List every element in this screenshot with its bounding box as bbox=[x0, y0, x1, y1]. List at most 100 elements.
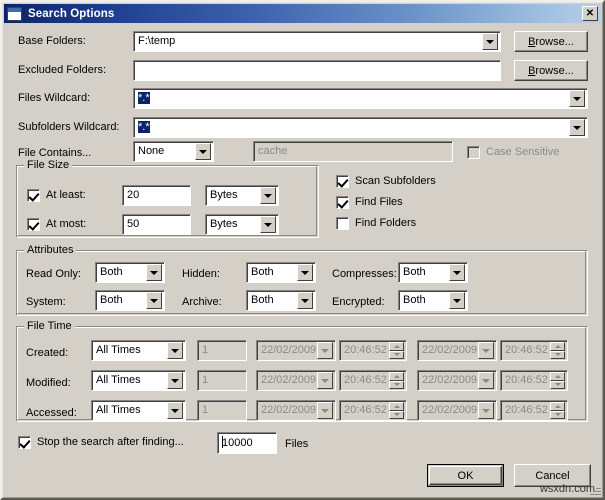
at-most-unit-combo[interactable]: Bytes bbox=[205, 214, 279, 235]
accessed-date-to-combo[interactable]: 22/02/2009 bbox=[417, 400, 497, 421]
created-time-from-spinner[interactable]: 20:46:52 bbox=[339, 340, 407, 361]
case-sensitive-box bbox=[467, 146, 480, 159]
chevron-down-icon-3[interactable] bbox=[569, 119, 585, 136]
subfolders-wildcard-value-wrap: *.* bbox=[134, 119, 569, 136]
system-label: System: bbox=[26, 296, 66, 308]
find-folders-checkbox[interactable]: Find Folders bbox=[336, 217, 416, 230]
base-folders-value: F:\temp bbox=[138, 35, 176, 47]
base-folders-combo[interactable]: F:\temp bbox=[133, 31, 501, 52]
modified-amount-input[interactable]: 1 bbox=[197, 370, 247, 391]
encrypted-combo[interactable]: Both bbox=[398, 290, 468, 311]
modified-mode-value: All Times bbox=[96, 374, 141, 386]
accessed-time-to-spinner[interactable]: 20:46:52 bbox=[500, 400, 568, 421]
find-files-checkbox[interactable]: Find Files bbox=[336, 196, 403, 209]
at-most-box bbox=[27, 218, 40, 231]
chevron-down-icon-18[interactable] bbox=[478, 372, 494, 389]
at-most-checkbox[interactable]: At most: bbox=[27, 218, 86, 231]
spinner-up-down-icon-5[interactable] bbox=[389, 402, 404, 419]
excluded-folders-input[interactable] bbox=[133, 60, 501, 81]
chevron-down-icon-2[interactable] bbox=[569, 90, 585, 107]
chevron-down-icon-13[interactable] bbox=[167, 342, 183, 359]
find-files-box bbox=[336, 196, 349, 209]
modified-date-from-value: 22/02/2009 bbox=[261, 374, 317, 386]
ok-button[interactable]: OK bbox=[427, 464, 504, 487]
chevron-down-icon-19[interactable] bbox=[167, 402, 183, 419]
created-date-to-value: 22/02/2009 bbox=[422, 344, 478, 356]
spinner-up-down-icon-1[interactable] bbox=[389, 342, 404, 359]
at-least-checkbox[interactable]: At least: bbox=[27, 189, 86, 202]
chevron-down-icon[interactable] bbox=[482, 33, 498, 50]
created-date-from-combo[interactable]: 22/02/2009 bbox=[256, 340, 336, 361]
chevron-down-icon-8[interactable] bbox=[297, 264, 313, 281]
accessed-date-from-value: 22/02/2009 bbox=[261, 404, 317, 416]
chevron-down-icon-6[interactable] bbox=[260, 216, 276, 233]
spinner-up-down-icon-4[interactable] bbox=[550, 372, 565, 389]
accessed-label: Accessed: bbox=[26, 407, 77, 419]
find-folders-box bbox=[336, 217, 349, 230]
read-only-value: Both bbox=[100, 266, 123, 278]
chevron-down-icon-14[interactable] bbox=[317, 342, 333, 359]
hidden-combo[interactable]: Both bbox=[246, 262, 316, 283]
window-icon bbox=[7, 6, 22, 21]
spinner-up-down-icon-6[interactable] bbox=[550, 402, 565, 419]
chevron-down-icon-9[interactable] bbox=[449, 264, 465, 281]
file-contains-text-input[interactable]: cache bbox=[253, 141, 453, 162]
created-date-from-value: 22/02/2009 bbox=[261, 344, 317, 356]
system-combo[interactable]: Both bbox=[95, 290, 165, 311]
files-wildcard-combo[interactable]: *.* bbox=[133, 88, 588, 109]
stop-search-count-input[interactable]: 10000 bbox=[217, 432, 277, 454]
chevron-down-icon-5[interactable] bbox=[260, 187, 276, 204]
stop-search-checkbox[interactable]: Stop the search after finding... bbox=[18, 436, 184, 449]
accessed-time-from-spinner[interactable]: 20:46:52 bbox=[339, 400, 407, 421]
resize-grip[interactable] bbox=[589, 484, 601, 496]
scan-subfolders-checkbox[interactable]: Scan Subfolders bbox=[336, 175, 436, 188]
archive-combo[interactable]: Both bbox=[246, 290, 316, 311]
created-amount-input[interactable]: 1 bbox=[197, 340, 247, 361]
spinner-up-down-icon-2[interactable] bbox=[550, 342, 565, 359]
read-only-combo[interactable]: Both bbox=[95, 262, 165, 283]
at-least-unit-value: Bytes bbox=[210, 189, 238, 201]
chevron-down-icon-17[interactable] bbox=[317, 372, 333, 389]
accessed-amount-input[interactable]: 1 bbox=[197, 400, 247, 421]
accessed-date-from-combo[interactable]: 22/02/2009 bbox=[256, 400, 336, 421]
chevron-down-icon-11[interactable] bbox=[297, 292, 313, 309]
subfolders-wildcard-combo[interactable]: *.* bbox=[133, 117, 588, 138]
at-least-box bbox=[27, 189, 40, 202]
at-least-value-input[interactable]: 20 bbox=[122, 185, 191, 206]
created-mode-combo[interactable]: All Times bbox=[91, 340, 186, 361]
find-files-label: Find Files bbox=[355, 196, 403, 208]
modified-date-from-combo[interactable]: 22/02/2009 bbox=[256, 370, 336, 391]
chevron-down-icon-12[interactable] bbox=[449, 292, 465, 309]
created-time-to-spinner[interactable]: 20:46:52 bbox=[500, 340, 568, 361]
watermark: wsxdn.com bbox=[539, 483, 595, 495]
spinner-up-down-icon-3[interactable] bbox=[389, 372, 404, 389]
file-contains-mode-combo[interactable]: None bbox=[133, 141, 214, 162]
accessed-time-from-value: 20:46:52 bbox=[344, 404, 387, 416]
chevron-down-icon-21[interactable] bbox=[478, 402, 494, 419]
chevron-down-icon-20[interactable] bbox=[317, 402, 333, 419]
files-wildcard-label: Files Wildcard: bbox=[18, 92, 91, 104]
modified-time-from-value: 20:46:52 bbox=[344, 374, 387, 386]
titlebar[interactable]: Search Options ✕ bbox=[4, 4, 601, 23]
base-folders-browse-button[interactable]: Browse... bbox=[514, 31, 588, 52]
modified-time-from-spinner[interactable]: 20:46:52 bbox=[339, 370, 407, 391]
created-date-to-combo[interactable]: 22/02/2009 bbox=[417, 340, 497, 361]
at-most-value-input[interactable]: 50 bbox=[122, 214, 191, 235]
close-icon[interactable]: ✕ bbox=[582, 6, 598, 21]
modified-mode-combo[interactable]: All Times bbox=[91, 370, 186, 391]
chevron-down-icon-10[interactable] bbox=[146, 292, 162, 309]
chevron-down-icon-16[interactable] bbox=[167, 372, 183, 389]
at-least-label: At least: bbox=[46, 189, 86, 201]
subfolders-wildcard-label: Subfolders Wildcard: bbox=[18, 121, 120, 133]
case-sensitive-checkbox[interactable]: Case Sensitive bbox=[467, 146, 559, 159]
chevron-down-icon-15[interactable] bbox=[478, 342, 494, 359]
at-least-unit-combo[interactable]: Bytes bbox=[205, 185, 279, 206]
created-mode-value: All Times bbox=[96, 344, 141, 356]
modified-date-to-combo[interactable]: 22/02/2009 bbox=[417, 370, 497, 391]
excluded-folders-browse-button[interactable]: Browse... bbox=[514, 60, 588, 81]
chevron-down-icon-7[interactable] bbox=[146, 264, 162, 281]
modified-time-to-spinner[interactable]: 20:46:52 bbox=[500, 370, 568, 391]
chevron-down-icon-4[interactable] bbox=[195, 143, 211, 160]
accessed-mode-combo[interactable]: All Times bbox=[91, 400, 186, 421]
compresses-combo[interactable]: Both bbox=[398, 262, 468, 283]
